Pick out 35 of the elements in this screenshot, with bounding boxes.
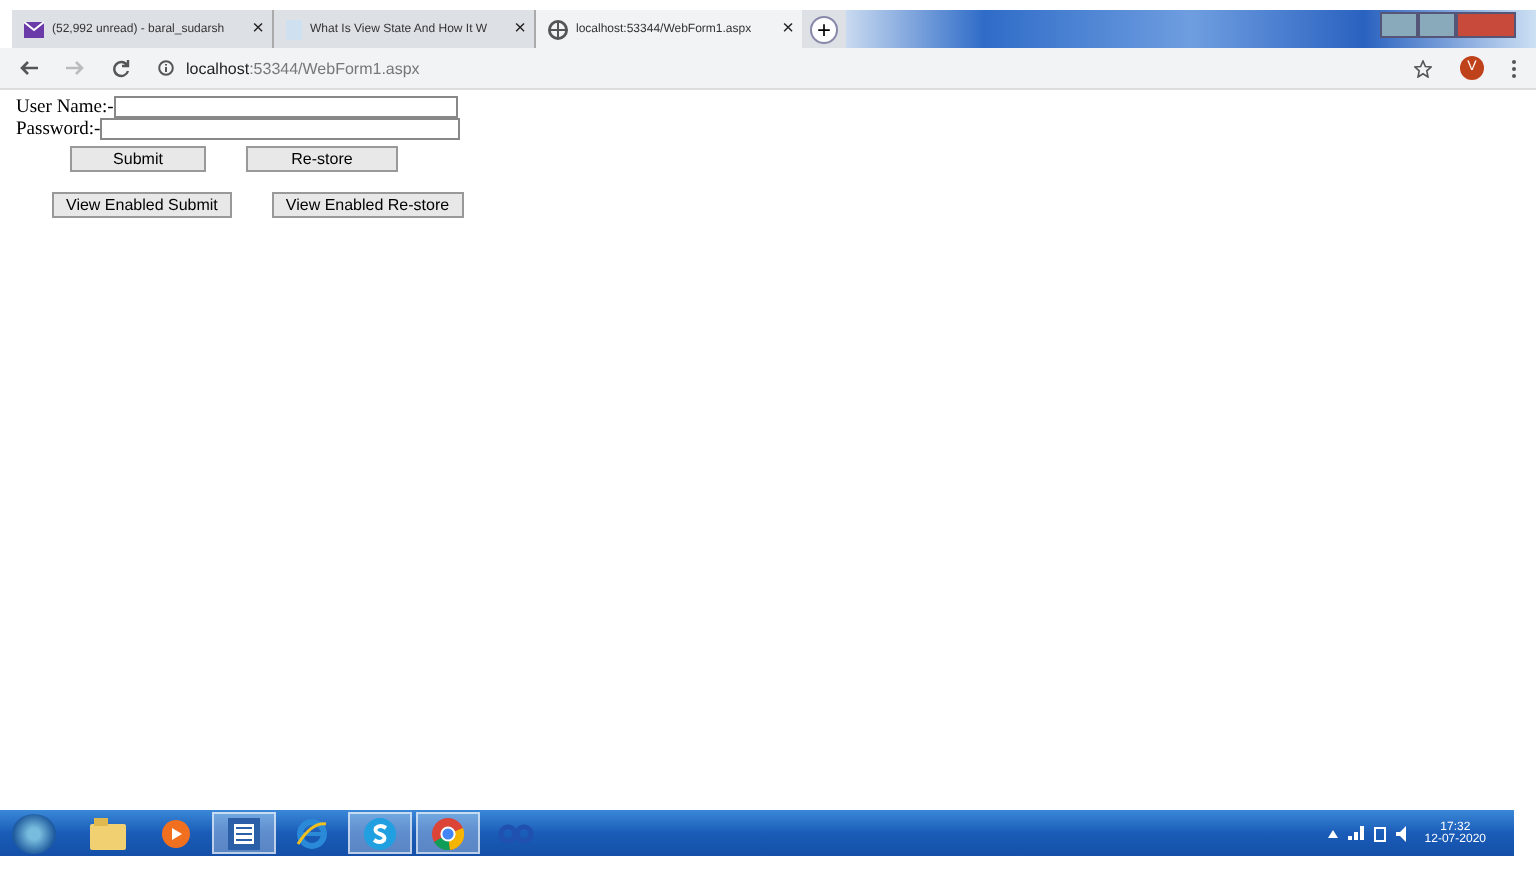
form-button[interactable]: Re-store	[246, 146, 398, 172]
back-arrow-icon[interactable]	[20, 60, 38, 76]
close-tab-button[interactable]: ×	[782, 18, 794, 40]
url-field[interactable]: localhost:53344/WebForm1.aspx	[186, 59, 420, 77]
new-tab-button[interactable]: +	[810, 16, 838, 44]
info-icon	[158, 60, 174, 76]
signal-icon[interactable]	[1348, 826, 1365, 840]
s-logo-icon	[364, 817, 396, 849]
chrome-icon	[432, 817, 464, 849]
maximize-button[interactable]	[1418, 12, 1456, 38]
battery-icon[interactable]	[1374, 825, 1387, 841]
infinity-icon	[498, 823, 534, 843]
password-field[interactable]	[100, 118, 461, 140]
taskbar-app-button[interactable]	[416, 812, 480, 854]
reload-icon[interactable]	[112, 59, 130, 77]
minimize-button[interactable]	[1380, 12, 1418, 38]
document-icon	[228, 817, 260, 849]
field-label: Password:-	[16, 119, 101, 139]
envelope-icon	[24, 21, 44, 37]
play-icon	[162, 819, 190, 847]
username-field[interactable]	[113, 96, 458, 118]
globe-icon	[548, 19, 568, 39]
form-button[interactable]: Submit	[70, 146, 206, 172]
folder-icon	[90, 817, 126, 849]
tray-arrow-icon[interactable]	[1328, 829, 1339, 837]
close-tab-button[interactable]: ×	[252, 18, 264, 40]
form-button[interactable]: View Enabled Re-store	[271, 192, 464, 218]
star-icon[interactable]	[1414, 59, 1432, 77]
form-button[interactable]: View Enabled Submit	[52, 192, 232, 218]
close-tab-button[interactable]: ×	[514, 18, 526, 40]
taskbar-app-button[interactable]	[348, 812, 412, 854]
taskbar-app-button[interactable]	[212, 812, 276, 854]
browser-e-icon	[296, 817, 328, 849]
start-button[interactable]	[12, 813, 56, 853]
field-label: User Name:-	[16, 97, 114, 117]
